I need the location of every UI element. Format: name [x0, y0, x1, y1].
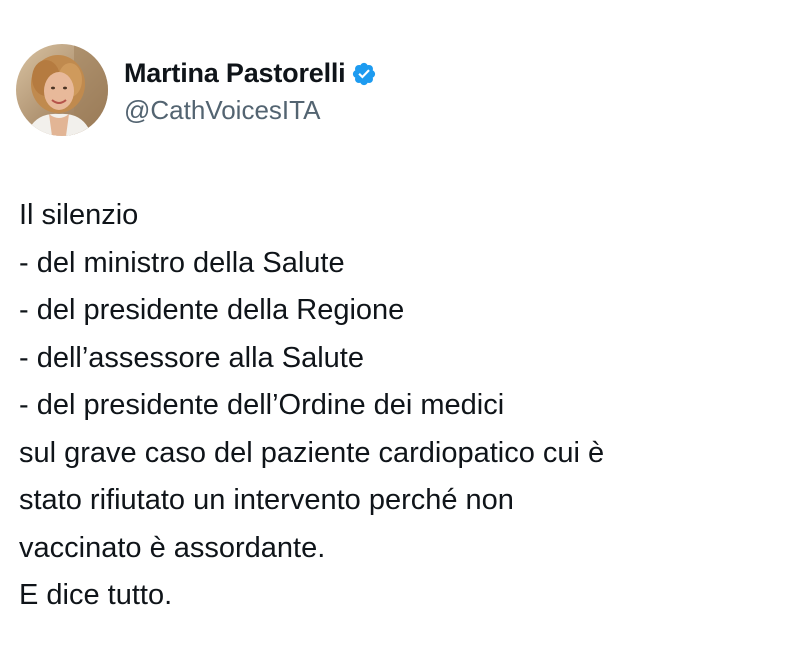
tweet-text: Il silenzio - del ministro della Salute …: [19, 192, 789, 620]
tweet-text-line: - del ministro della Salute: [19, 246, 345, 279]
tweet-text-line: stato rifiutato un intervento perché non: [19, 484, 514, 516]
tweet-text-line: sul grave caso del paziente cardiopatico…: [19, 436, 605, 469]
author-identity: Martina Pastorelli @CathVoicesITA: [124, 55, 377, 126]
tweet-text-line: - del presidente della Regione: [19, 294, 405, 326]
name-row: Martina Pastorelli: [124, 55, 377, 93]
avatar[interactable]: [16, 44, 108, 136]
tweet-header: Martina Pastorelli @CathVoicesITA: [16, 44, 377, 136]
tweet-text-line: - dell’assessore alla Salute: [19, 341, 364, 374]
author-handle[interactable]: @CathVoicesITA: [124, 95, 377, 126]
tweet-text-line: vaccinato è assordante.: [19, 531, 326, 564]
avatar-image: [16, 44, 108, 136]
tweet-card: Martina Pastorelli @CathVoicesITA Il sil…: [0, 0, 800, 647]
verified-badge-icon: [351, 61, 377, 87]
tweet-text-line: - del presidente dell’Ordine dei medici: [19, 389, 505, 421]
author-display-name[interactable]: Martina Pastorelli: [124, 58, 346, 89]
tweet-text-line: E dice tutto.: [19, 579, 173, 611]
tweet-text-line: Il silenzio: [19, 199, 139, 231]
